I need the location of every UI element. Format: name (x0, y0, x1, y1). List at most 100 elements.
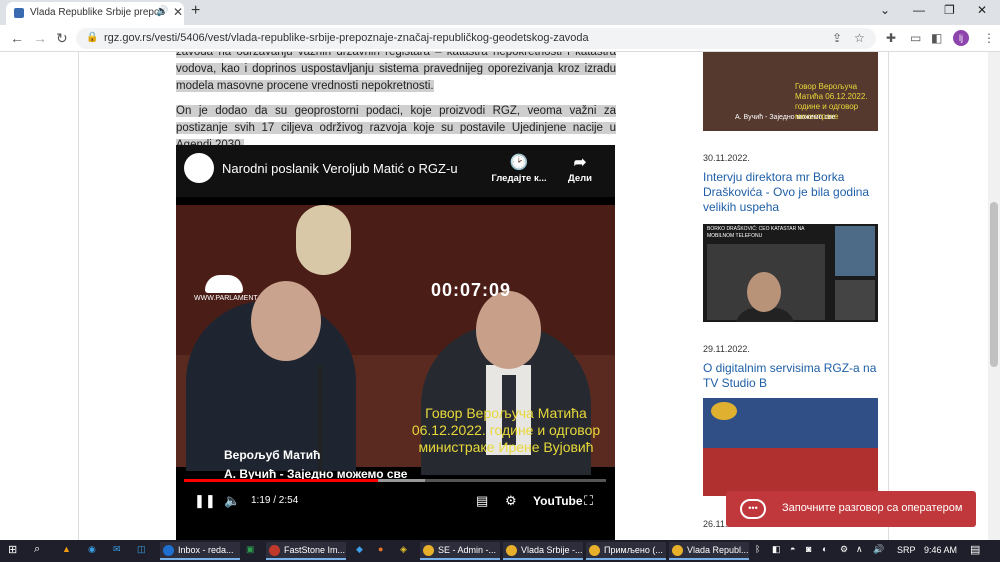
bookmark-star-icon[interactable]: ☆ (854, 31, 865, 45)
tab-search-chevron-icon[interactable]: ⌄ (880, 3, 890, 17)
sidebar-thumbnail[interactable] (703, 398, 878, 496)
share-arrow-icon: ➦ (573, 154, 587, 171)
site-favicon-icon (14, 8, 24, 18)
video-time: 1:19 / 2:54 (251, 495, 299, 506)
store-icon[interactable]: ◫ (137, 544, 146, 555)
address-bar[interactable]: 🔒 rgz.gov.rs/vesti/5406/vest/vlada-repub… (76, 28, 876, 49)
video-controls: ❚❚ 🔈 1:19 / 2:54 ▤ ⚙ YouTube ⛶ (176, 485, 615, 515)
web-page: zavoda na održavanju važnih državnih reg… (0, 52, 1000, 540)
watch-later-button[interactable]: 🕑 Гледајте к... (491, 153, 547, 184)
thumbnail-magazine-cover (835, 226, 875, 276)
video-timestamp-overlay: 00:07:09 (431, 280, 512, 300)
reload-icon[interactable]: ↻ (56, 30, 68, 47)
chat-bubble-icon: ••• (740, 499, 766, 519)
video-header: Narodni poslanik Veroljub Matić o RGZ-u … (176, 145, 615, 197)
taskbar-item[interactable]: Vlada Republ... (669, 542, 749, 560)
youtube-video-player[interactable]: WWW.PARLAMENT.RS 00:07:09 Говор Вероључа… (176, 145, 615, 540)
tray-icon[interactable]: ◓ (790, 544, 795, 554)
mail-icon[interactable]: ✉ (113, 544, 121, 555)
tray-icon[interactable]: ◐ (822, 544, 827, 554)
share-icon[interactable]: ⇪ (832, 31, 842, 45)
page-scrollbar[interactable] (988, 52, 1000, 540)
lower-third-name: Верољуб Матић (224, 448, 321, 462)
channel-avatar[interactable] (184, 153, 214, 183)
volume-icon[interactable]: 🔈 (224, 493, 240, 509)
minimize-button[interactable]: — (913, 3, 925, 17)
thumbnail-lower-third: А. Вучић - Заједно можемо све (735, 114, 836, 121)
tray-icon[interactable]: ◧ (772, 544, 781, 555)
search-icon[interactable]: ⌕ (34, 543, 40, 556)
explorer-icon[interactable]: ◆ (356, 544, 363, 555)
windows-taskbar: ⊞ ⌕ ▲ ◉ ✉ ◫ Inbox - reda... ▣ FastStone … (0, 540, 1000, 562)
article-paragraph: zavoda na održavanju važnih državnih reg… (176, 52, 616, 92)
thumbnail-heading: BORKO DRAŠKOVIĆ: CEO KATASTAR NA MOBILNO… (707, 226, 805, 239)
extensions-puzzle-icon[interactable]: ✚ (886, 31, 896, 45)
start-chat-button[interactable]: ••• Започните разговор са оператером (726, 491, 976, 527)
bluetooth-icon[interactable]: ᛒ (755, 544, 760, 554)
content-border-right (888, 52, 889, 540)
captions-icon[interactable]: ▤ (476, 493, 488, 509)
taskbar-item[interactable]: Inbox - reda... (160, 542, 240, 560)
volume-tray-icon[interactable]: 🔊 (873, 544, 884, 555)
taskbar-item[interactable]: Примљено (... (586, 542, 666, 560)
new-tab-button[interactable]: + (191, 2, 200, 20)
windows-start-icon[interactable]: ⊞ (8, 543, 17, 556)
sidebar-thumbnail[interactable]: Говор Вероључа Матића 06.12.2022. године… (703, 52, 878, 131)
restore-button[interactable]: ❐ (944, 3, 955, 17)
sidebar-thumbnail[interactable]: BORKO DRAŠKOVIĆ: CEO KATASTAR NA MOBILNO… (703, 224, 878, 322)
edge-icon[interactable]: ◉ (88, 544, 96, 555)
audio-playing-icon[interactable]: 🔊 (156, 6, 168, 17)
tray-icon[interactable]: ⚙ (840, 544, 848, 555)
input-language[interactable]: SRP (897, 545, 916, 555)
menu-kebab-icon[interactable]: ⋮ (983, 31, 995, 45)
close-tab-icon[interactable]: ✕ (173, 5, 183, 19)
clock-icon: 🕑 (509, 154, 529, 171)
article-body: zavoda na održavanju važnih državnih reg… (176, 52, 616, 154)
firefox-icon[interactable]: ● (378, 544, 383, 554)
video-title[interactable]: Narodni poslanik Veroljub Matić o RGZ-u (222, 161, 458, 176)
news-link[interactable]: O digitalnim servisima RGZ-a na TV Studi… (703, 361, 879, 391)
back-arrow-icon[interactable]: ← (10, 30, 24, 46)
fullscreen-icon[interactable]: ⛶ (584, 493, 593, 509)
taskbar-item[interactable]: FastStone Im... (266, 542, 346, 560)
news-date: 30.11.2022. (703, 153, 750, 163)
tab-title: Vlada Republike Srbije prepoz (30, 7, 165, 18)
video-speaker-head (251, 281, 321, 361)
lock-icon[interactable]: 🔒 (86, 32, 98, 43)
scrollbar-thumb[interactable] (990, 202, 998, 367)
url-text[interactable]: rgz.gov.rs/vesti/5406/vest/vlada-republi… (104, 32, 589, 44)
thumbnail-magazine-cover (835, 280, 875, 320)
excel-icon[interactable]: ▣ (246, 544, 255, 555)
reading-list-icon[interactable]: ▭ (910, 31, 921, 45)
side-panel-icon[interactable]: ◧ (931, 31, 942, 45)
video-deputy-head (476, 291, 541, 369)
chat-button-label: Започните разговор са оператером (782, 502, 963, 514)
youtube-logo[interactable]: YouTube (533, 494, 583, 508)
tab-strip: Vlada Republike Srbije prepoz 🔊 ✕ + ⌄ — … (0, 0, 1000, 25)
video-progress-bar[interactable] (184, 479, 606, 482)
clock[interactable]: 9:46 AM (924, 545, 957, 555)
taskbar-item[interactable]: SE - Admin -... (420, 542, 500, 560)
pause-icon[interactable]: ❚❚ (194, 493, 216, 509)
tv-logo (711, 402, 737, 420)
forward-arrow-icon[interactable]: → (33, 30, 47, 46)
tray-icon[interactable]: ◙ (806, 544, 811, 554)
video-background-figure (296, 205, 351, 275)
settings-gear-icon[interactable]: ⚙ (505, 493, 517, 509)
profile-avatar[interactable]: lj (953, 30, 969, 46)
app-icon[interactable]: ◈ (400, 544, 407, 555)
news-link[interactable]: Intervju direktora mr Borka Draškovića -… (703, 170, 879, 215)
close-window-button[interactable]: ✕ (977, 3, 987, 17)
video-frame[interactable]: WWW.PARLAMENT.RS 00:07:09 Говор Вероључа… (176, 205, 615, 481)
news-date: 29.11.2022. (703, 344, 750, 354)
notifications-icon[interactable]: ▤ (970, 543, 980, 556)
taskbar-item[interactable]: Vlada Srbije -... (503, 542, 583, 560)
browser-tab[interactable]: Vlada Republike Srbije prepoz 🔊 ✕ (6, 2, 184, 25)
show-hidden-icons-icon[interactable]: ∧ (856, 544, 863, 555)
video-played-bar (184, 479, 379, 482)
browser-toolbar: ← → ↻ 🔒 rgz.gov.rs/vesti/5406/vest/vlada… (0, 25, 1000, 52)
thumbnail-photo (707, 244, 825, 322)
share-button[interactable]: ➦ Дели (564, 153, 596, 184)
vlc-icon[interactable]: ▲ (62, 544, 71, 554)
tv-studio-scene (703, 448, 878, 496)
